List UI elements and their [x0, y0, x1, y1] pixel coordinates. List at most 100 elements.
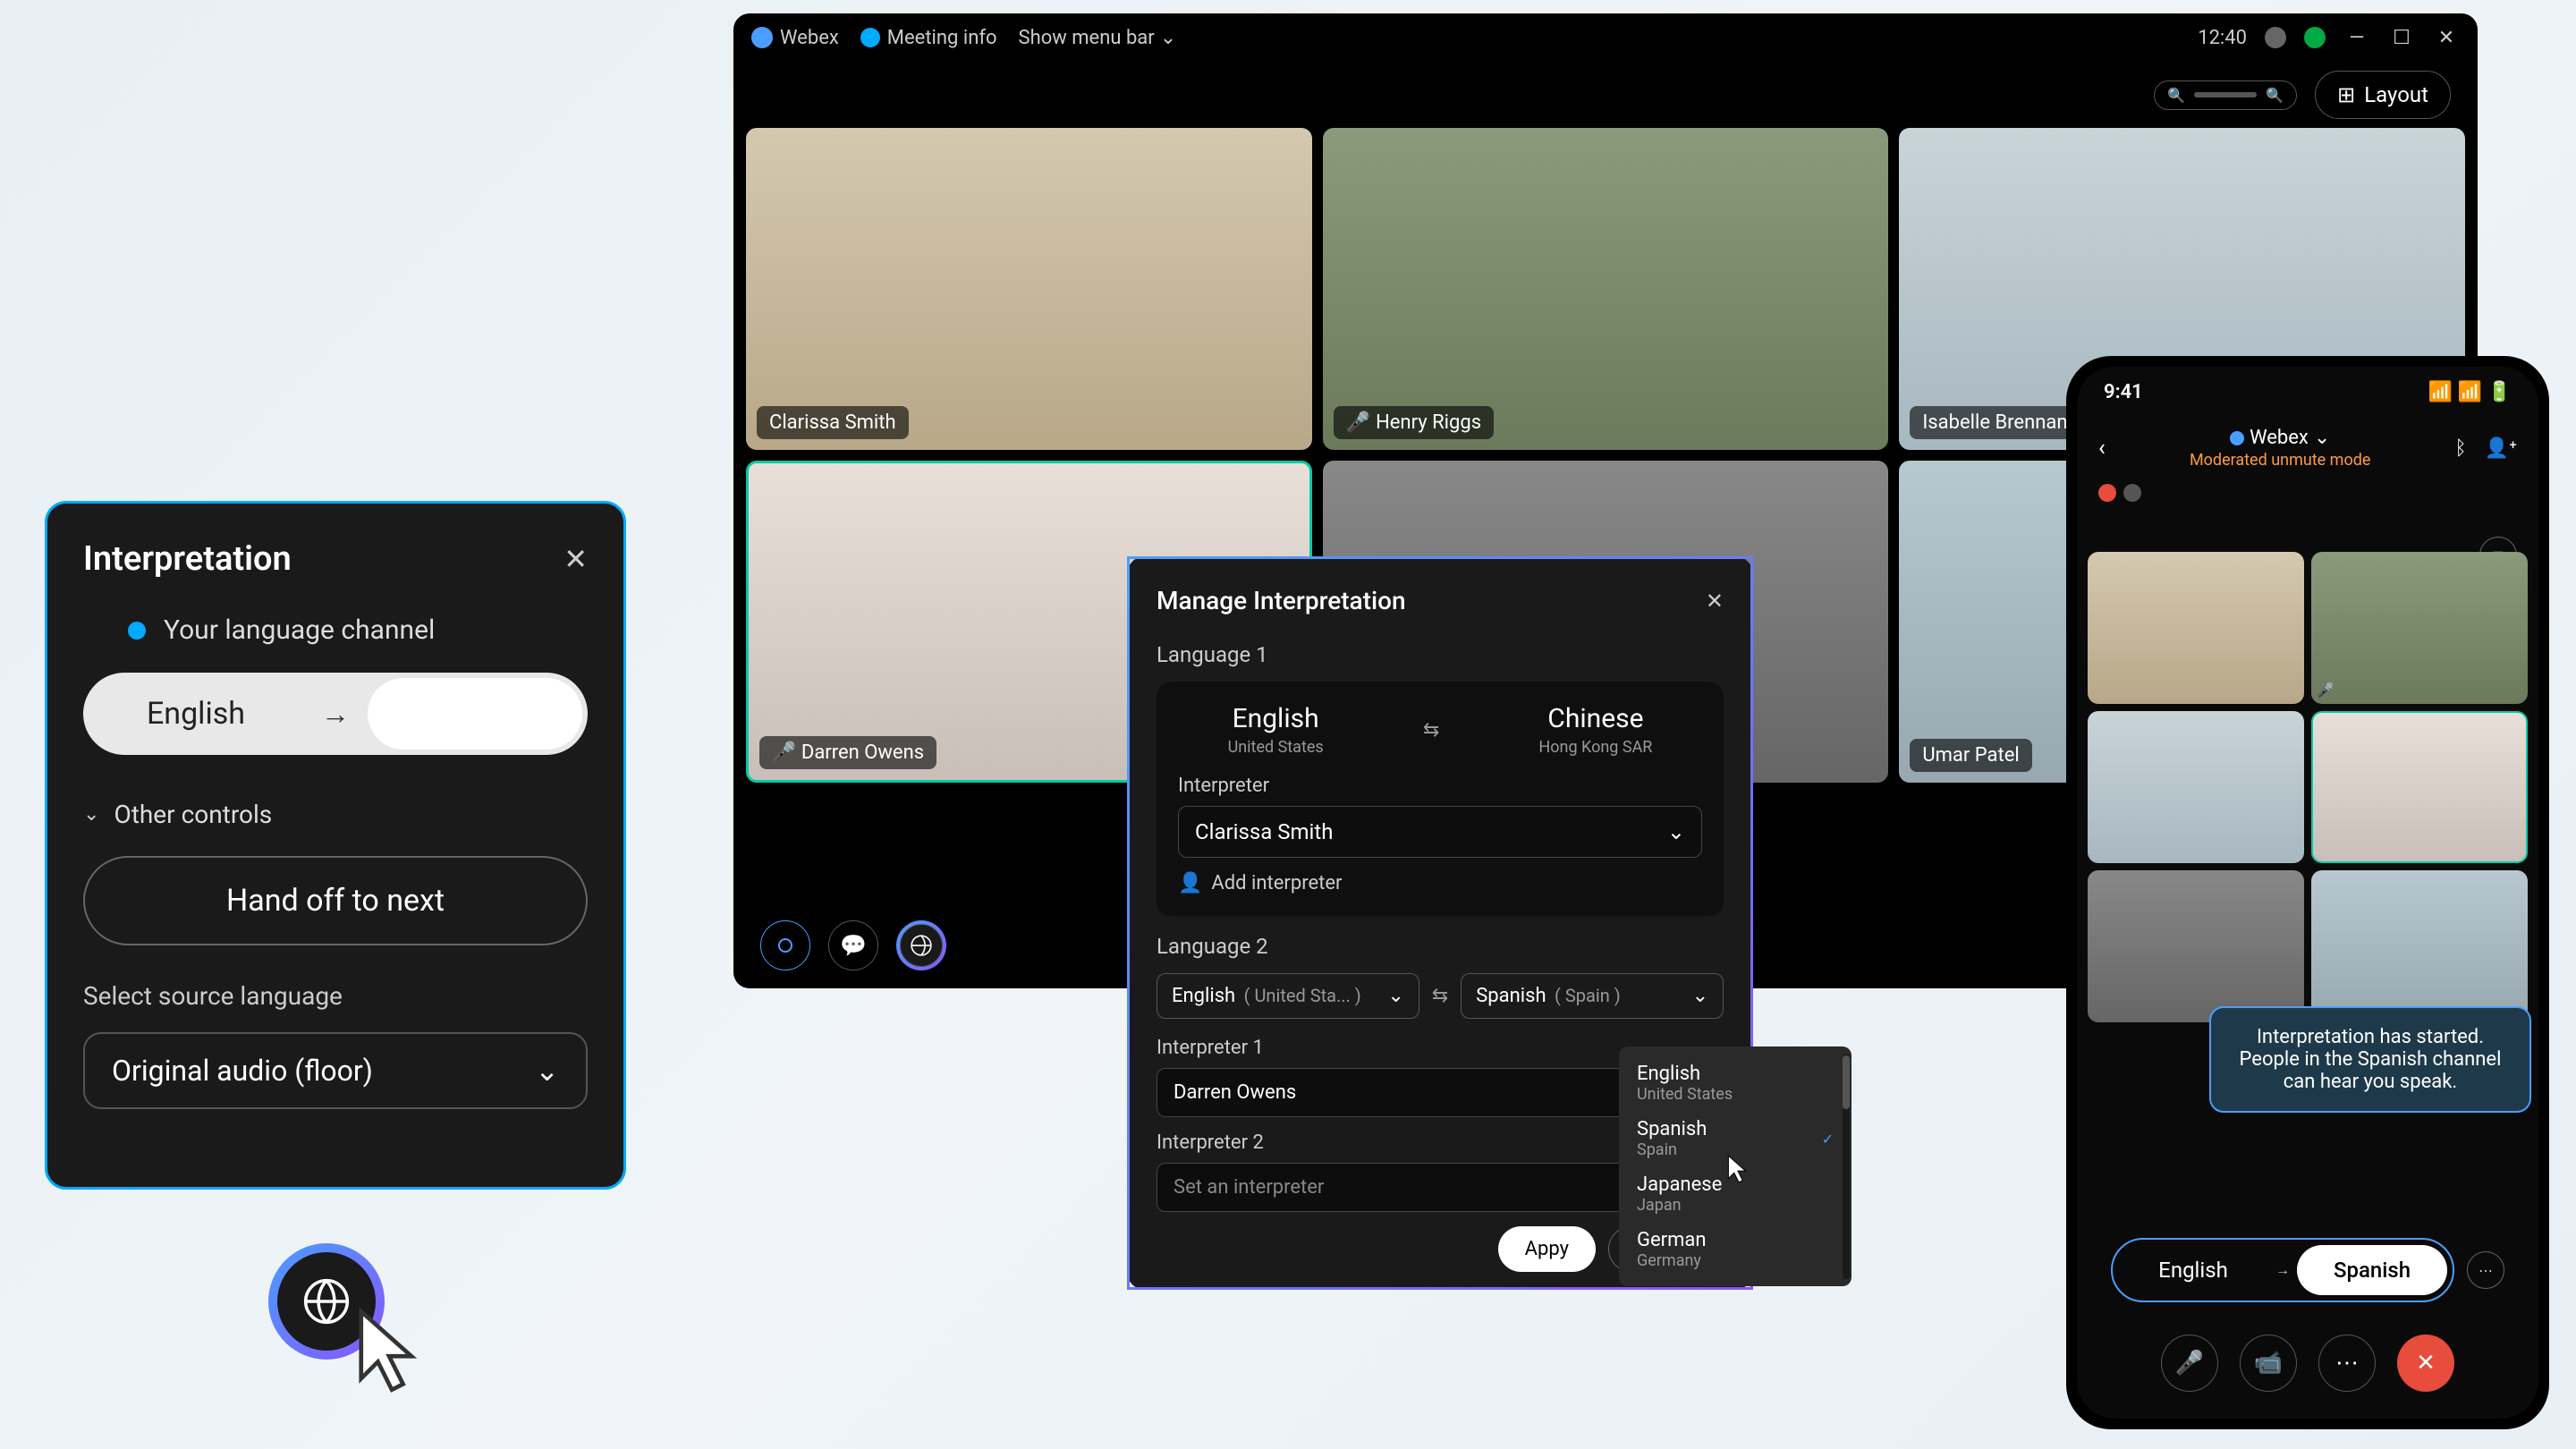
other-controls-label: Other controls — [114, 800, 272, 829]
cursor-icon — [1726, 1154, 1750, 1184]
scrollbar-thumb[interactable] — [1843, 1055, 1850, 1109]
back-button[interactable]: ‹ — [2098, 435, 2106, 462]
video-tile[interactable]: 🎤Henry Riggs — [1323, 128, 1889, 450]
chevron-down-icon: ⌄ — [83, 803, 99, 826]
lang1-from: English — [1228, 703, 1324, 734]
select-source-label: Select source language — [83, 981, 588, 1011]
add-person-icon[interactable]: 👤⁺ — [2485, 437, 2517, 460]
arrow-right-icon: → — [2268, 1261, 2297, 1279]
lang2-to-value: Spanish — [1476, 985, 1546, 1007]
lang1-to: Chinese — [1538, 703, 1652, 734]
lang2-from-select[interactable]: English ( United Sta... ) ⌄ — [1157, 973, 1419, 1019]
mobile-video-button[interactable]: 📹 — [2240, 1335, 2297, 1392]
video-tile[interactable]: Clarissa Smith — [746, 128, 1312, 450]
modal-title: Manage Interpretation — [1157, 586, 1406, 615]
grid-icon: ⊞ — [2337, 82, 2355, 107]
lang1-to-region: Hong Kong SAR — [1538, 738, 1652, 757]
dropdown-item-german[interactable]: GermanGermany — [1619, 1222, 1852, 1277]
status-icon — [2265, 27, 2286, 48]
mobile-english-option[interactable]: English — [2118, 1245, 2268, 1295]
maximize-button[interactable]: ☐ — [2388, 24, 2415, 51]
chevron-down-icon: ⌄ — [535, 1054, 559, 1088]
lang2-to-region: ( Spain ) — [1555, 985, 1621, 1006]
minimize-button[interactable]: — — [2343, 24, 2370, 51]
mobile-video-tile-active[interactable] — [2311, 711, 2528, 863]
language-toggle[interactable]: English → Spanish — [83, 673, 588, 755]
profile-icon[interactable] — [2304, 27, 2326, 48]
apply-button[interactable]: Appy — [1498, 1226, 1596, 1272]
add-interpreter-button[interactable]: 👤 Add interpreter — [1178, 872, 1702, 894]
interpreter-select[interactable]: Clarissa Smith ⌄ — [1178, 806, 1702, 858]
mobile-spanish-option[interactable]: Spanish — [2297, 1245, 2447, 1295]
swap-icon: ⇆ — [1423, 719, 1439, 741]
mic-active-icon: 🎤 — [772, 741, 796, 764]
bluetooth-icon[interactable]: ᛒ — [2455, 437, 2467, 460]
mobile-leave-button[interactable]: ✕ — [2397, 1335, 2454, 1392]
webex-icon — [2230, 431, 2244, 445]
zoom-out-icon[interactable]: 🔍 — [2167, 87, 2185, 104]
participant-name: Isabelle Brennan — [1910, 406, 2080, 439]
person-add-icon: 👤 — [1178, 872, 1202, 894]
dd-region: United States — [1637, 1085, 1733, 1104]
mobile-mic-button[interactable]: 🎤 — [2161, 1335, 2218, 1392]
zoom-slider[interactable] — [2194, 92, 2257, 97]
mobile-video-tile[interactable]: 🎤 — [2311, 552, 2528, 704]
zoom-control[interactable]: 🔍 🔍 — [2154, 80, 2297, 110]
meeting-info-label: Meeting info — [887, 27, 997, 49]
mobile-video-tile[interactable] — [2088, 870, 2304, 1022]
other-controls-toggle[interactable]: ⌄ Other controls — [83, 800, 588, 829]
mic-muted-icon: 🎤 — [2317, 682, 2334, 699]
interpretation-title: Interpretation — [83, 539, 292, 579]
participant-name: Darren Owens — [801, 741, 924, 764]
close-icon[interactable]: ✕ — [1706, 589, 1724, 614]
interpreter-label: Interpreter — [1178, 775, 1702, 797]
lang1-from-region: United States — [1228, 738, 1324, 757]
chevron-down-icon: ⌄ — [2314, 427, 2330, 449]
interpretation-button[interactable] — [896, 920, 946, 970]
handoff-button[interactable]: Hand off to next — [83, 856, 588, 945]
interpreter-1-value: Darren Owens — [1174, 1081, 1296, 1104]
assistant-button[interactable] — [760, 920, 810, 970]
mobile-title: Webex — [2250, 427, 2309, 449]
interpreter-2-placeholder: Set an interpreter — [1174, 1176, 1324, 1199]
arrow-right-icon: → — [303, 697, 368, 731]
mobile-more-button[interactable]: ⋯ — [2467, 1251, 2504, 1289]
source-language-select[interactable]: Original audio (floor) ⌄ — [83, 1032, 588, 1109]
dropdown-item-english[interactable]: EnglishUnited States — [1619, 1055, 1852, 1111]
english-option[interactable]: English — [89, 678, 303, 750]
dd-lang: English — [1637, 1063, 1733, 1085]
spanish-option[interactable]: Spanish — [368, 678, 582, 750]
mobile-video-tile[interactable] — [2088, 552, 2304, 704]
interpreter-value: Clarissa Smith — [1195, 819, 1333, 844]
dd-lang: Japanese — [1637, 1174, 1722, 1196]
webex-logo: Webex — [751, 27, 839, 49]
chevron-down-icon: ⌄ — [1160, 27, 1176, 49]
layout-button[interactable]: ⊞ Layout — [2315, 71, 2451, 119]
mobile-subtitle: Moderated unmute mode — [2190, 451, 2370, 470]
show-menu-button[interactable]: Show menu bar ⌄ — [1019, 27, 1177, 49]
zoom-in-icon[interactable]: 🔍 — [2266, 87, 2284, 104]
meeting-info-button[interactable]: Meeting info — [860, 27, 997, 49]
mobile-video-tile[interactable] — [2088, 711, 2304, 863]
check-icon: ✓ — [1822, 1131, 1834, 1148]
app-name: Webex — [780, 27, 839, 49]
mobile-video-tile[interactable] — [2311, 870, 2528, 1022]
dd-lang: Spanish — [1637, 1118, 1707, 1140]
show-menu-label: Show menu bar — [1019, 27, 1155, 49]
chevron-down-icon: ⌄ — [1692, 985, 1708, 1007]
dd-region: Japan — [1637, 1196, 1722, 1215]
lang2-to-select[interactable]: Spanish ( Spain ) ⌄ — [1461, 973, 1724, 1019]
status-badge — [2123, 484, 2141, 502]
mobile-language-toggle[interactable]: English → Spanish — [2111, 1238, 2454, 1302]
close-icon[interactable]: ✕ — [564, 542, 588, 576]
info-icon — [860, 28, 880, 47]
mobile-more-button[interactable]: ⋯ — [2318, 1335, 2376, 1392]
participant-name: Umar Patel — [1910, 739, 2031, 772]
dd-lang: German — [1637, 1229, 1707, 1251]
layout-label: Layout — [2364, 82, 2428, 107]
close-button[interactable]: ✕ — [2433, 24, 2460, 51]
swap-icon[interactable]: ⇆ — [1432, 985, 1448, 1007]
language-1-label: Language 1 — [1157, 642, 1724, 667]
recording-badge — [2098, 484, 2116, 502]
chat-button[interactable]: 💬 — [828, 920, 878, 970]
